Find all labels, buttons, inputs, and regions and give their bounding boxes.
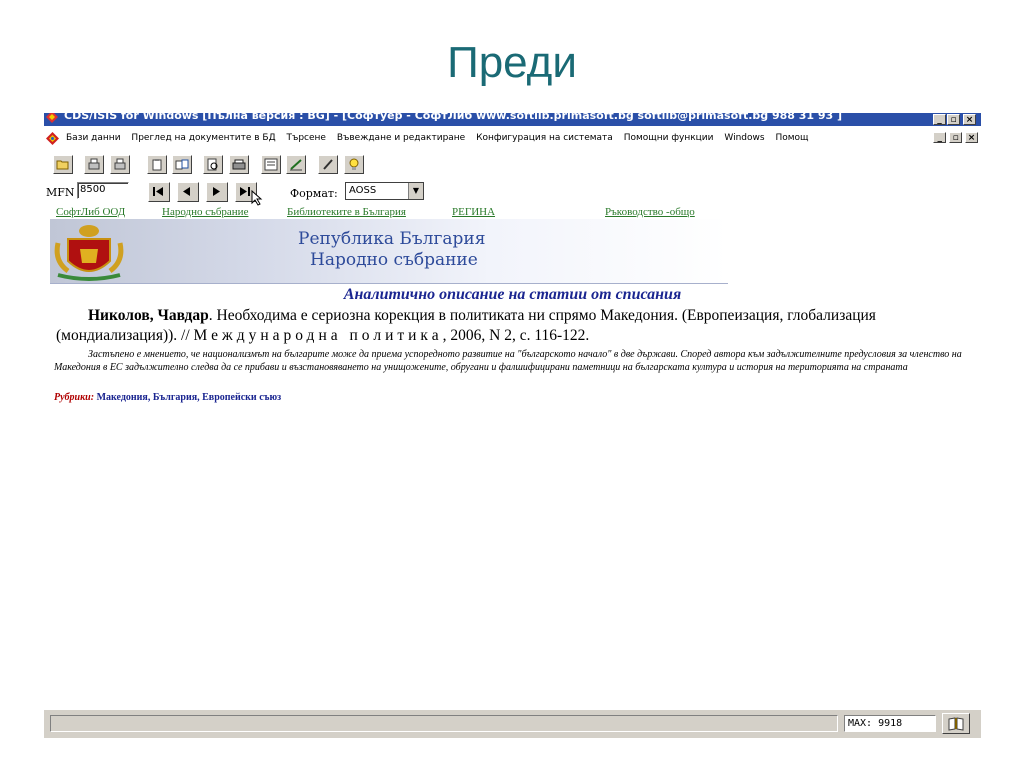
banner-line-1: Република България xyxy=(298,229,486,249)
banner-line-2: Народно събрание xyxy=(310,250,478,270)
mfn-label: MFN xyxy=(46,186,75,199)
pencil-icon xyxy=(323,159,333,170)
close-button[interactable]: × xyxy=(963,114,976,125)
coat-of-arms-icon xyxy=(54,225,124,281)
format-value: AOSS xyxy=(349,185,377,196)
app-icon xyxy=(46,113,58,123)
menu-config[interactable]: Конфигурация на системата xyxy=(476,133,613,143)
record-heading: Аналитично описание на статии от списани… xyxy=(343,286,682,303)
record-source: , 2006, N 2, с. 116-122. xyxy=(442,327,590,344)
next-icon xyxy=(213,187,220,196)
menu-search[interactable]: Търсене xyxy=(286,133,325,143)
window-title: CDS/ISIS for Windows [Пълна версия : BG]… xyxy=(64,113,843,122)
menu-utilities[interactable]: Помощни функции xyxy=(624,133,714,143)
form-button[interactable] xyxy=(261,155,281,174)
clipboard-button[interactable] xyxy=(147,155,167,174)
copy-icon xyxy=(175,159,189,170)
edit-icon xyxy=(290,159,302,171)
mdi-restore-button[interactable]: ▫ xyxy=(949,132,963,143)
print-button-1[interactable] xyxy=(84,155,104,174)
record-abstract: Застъпено е мнението, че национализмът н… xyxy=(54,349,979,374)
record-citation: Николов, Чавдар. Необходима е сериозна к… xyxy=(56,306,956,346)
link-softlib[interactable]: СофтЛиб ООД xyxy=(56,206,125,218)
next-record-button[interactable] xyxy=(206,182,228,202)
print-button-2[interactable] xyxy=(110,155,130,174)
minimize-button[interactable]: _ xyxy=(933,114,946,125)
open-folder-button[interactable] xyxy=(53,155,73,174)
tip-button[interactable] xyxy=(344,155,364,174)
mfn-input[interactable]: 8500 xyxy=(77,182,129,199)
lightbulb-icon xyxy=(349,158,359,170)
pencil-button[interactable] xyxy=(318,155,338,174)
chevron-down-icon[interactable]: ▼ xyxy=(408,183,423,199)
app-menu-icon[interactable] xyxy=(46,132,59,145)
format-label: Формат: xyxy=(290,187,338,200)
mdi-close-button[interactable]: × xyxy=(965,132,978,143)
print-preview-button[interactable] xyxy=(203,155,223,174)
printer-icon xyxy=(232,159,246,170)
menu-browse[interactable]: Преглед на документите в БД xyxy=(131,133,275,143)
menu-help[interactable]: Помощ xyxy=(775,133,808,143)
links-row: СофтЛиб ООД Народно събрание Библиотекит… xyxy=(44,206,744,220)
preview-icon xyxy=(207,158,218,171)
printer-icon xyxy=(88,158,100,170)
slide-title: Преди xyxy=(447,38,577,87)
record-rubrics: Рубрики: Македония, България, Европейски… xyxy=(54,392,281,403)
mdi-controls: _ ▫ × xyxy=(933,132,978,143)
record-abstract-text: Застъпено е мнението, че национализмът н… xyxy=(54,349,962,373)
menu-databases[interactable]: Бази данни xyxy=(66,133,121,143)
previous-icon xyxy=(183,187,190,196)
menu-windows[interactable]: Windows xyxy=(724,133,764,143)
book-button[interactable] xyxy=(942,713,970,734)
mdi-minimize-button[interactable]: _ xyxy=(933,132,947,143)
print-button-3[interactable] xyxy=(229,155,249,174)
link-regina[interactable]: РЕГИНА xyxy=(452,206,495,218)
rubrics-value: Македония, България, Европейски съюз xyxy=(96,392,282,403)
format-select[interactable]: AOSS ▼ xyxy=(345,182,424,200)
folder-icon xyxy=(56,160,69,170)
form-icon xyxy=(264,158,278,171)
link-libraries[interactable]: Библиотеките в България xyxy=(287,206,406,218)
link-parliament[interactable]: Народно събрание xyxy=(162,206,248,218)
mouse-cursor-icon xyxy=(251,190,263,206)
status-message-field xyxy=(50,715,838,732)
first-record-button[interactable] xyxy=(148,182,170,202)
menu-edit[interactable]: Въвеждане и редактиране xyxy=(337,133,465,143)
previous-record-button[interactable] xyxy=(177,182,199,202)
edit-record-button[interactable] xyxy=(286,155,306,174)
toolbar xyxy=(44,151,981,179)
copy-button[interactable] xyxy=(172,155,192,174)
book-icon xyxy=(948,717,964,731)
record-journal: Международна политика xyxy=(193,327,443,344)
menu-bar: Бази данни Преглед на документите в БД Т… xyxy=(44,130,981,148)
navigation-row: MFN 8500 Формат: AOSS ▼ xyxy=(44,180,981,206)
rubrics-label: Рубрики: xyxy=(54,392,95,403)
max-records-field: MAX: 9918 xyxy=(844,715,936,732)
status-bar: MAX: 9918 xyxy=(44,710,981,738)
app-window: CDS/ISIS for Windows [Пълна версия : BG]… xyxy=(44,113,981,739)
first-icon xyxy=(153,187,163,196)
restore-button[interactable]: ▫ xyxy=(947,114,960,125)
banner: Република България Народно събрание xyxy=(50,219,728,284)
record-author: Николов, Чавдар xyxy=(88,307,209,324)
window-titlebar: CDS/ISIS for Windows [Пълна версия : BG]… xyxy=(44,113,981,126)
printer-icon xyxy=(114,158,126,170)
link-guide[interactable]: Ръководство -общо xyxy=(605,206,695,218)
clipboard-icon xyxy=(152,159,162,171)
